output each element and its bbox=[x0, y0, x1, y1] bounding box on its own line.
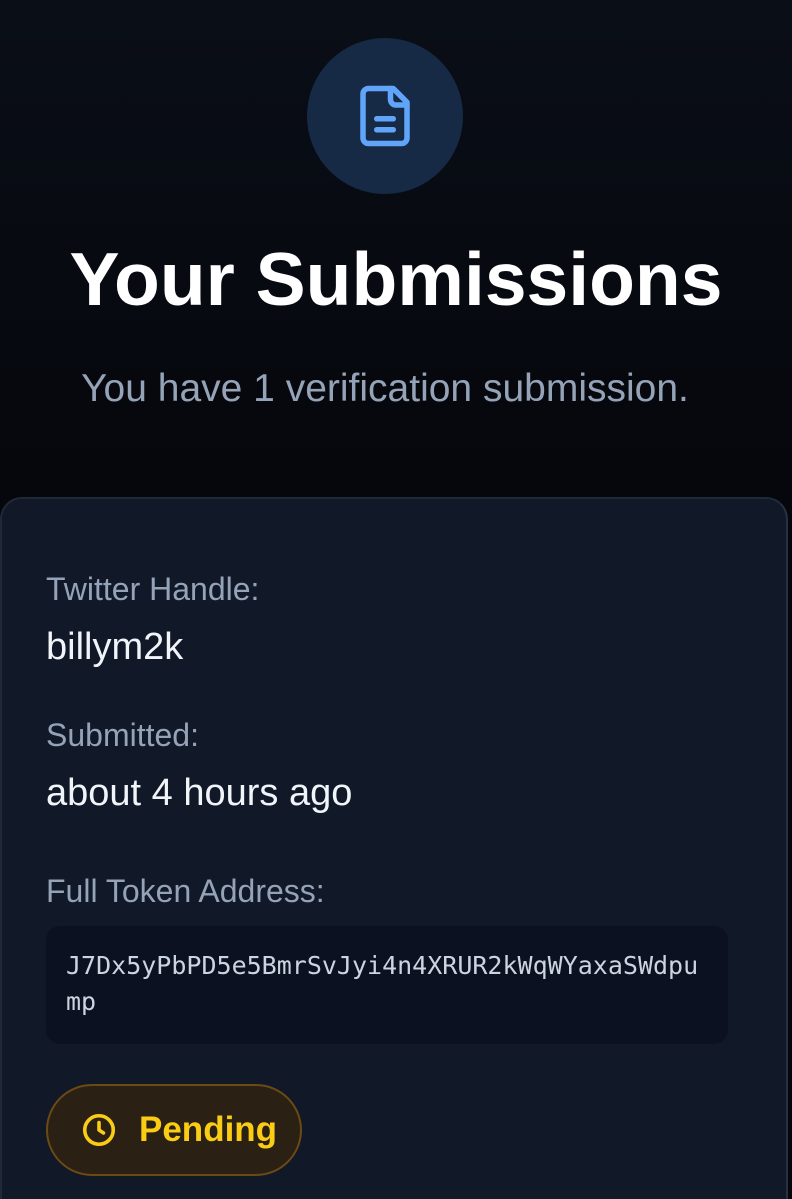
status-badge: Pending bbox=[46, 1084, 302, 1176]
document-icon-badge bbox=[307, 38, 463, 194]
twitter-handle-value: billym2k bbox=[46, 626, 184, 668]
token-address-label: Full Token Address: bbox=[46, 873, 325, 909]
page-subtitle: You have 1 verification submission. bbox=[81, 367, 689, 410]
page-title: Your Submissions bbox=[69, 237, 723, 321]
token-address-value: J7Dx5yPbPD5e5BmrSvJyi4n4XRUR2kWqWYaxaSWd… bbox=[66, 951, 699, 1016]
document-icon bbox=[360, 85, 410, 147]
clock-icon bbox=[82, 1113, 116, 1147]
submitted-label: Submitted: bbox=[46, 717, 199, 753]
submission-card: Twitter Handle: billym2k Submitted: abou… bbox=[0, 497, 788, 1199]
page-header: Your Submissions You have 1 verification… bbox=[0, 0, 792, 497]
token-address-box: J7Dx5yPbPD5e5BmrSvJyi4n4XRUR2kWqWYaxaSWd… bbox=[46, 926, 728, 1044]
submitted-value: about 4 hours ago bbox=[46, 772, 353, 814]
twitter-handle-label: Twitter Handle: bbox=[46, 571, 260, 607]
status-label: Pending bbox=[139, 1110, 278, 1149]
page: Your Submissions You have 1 verification… bbox=[0, 0, 792, 1199]
